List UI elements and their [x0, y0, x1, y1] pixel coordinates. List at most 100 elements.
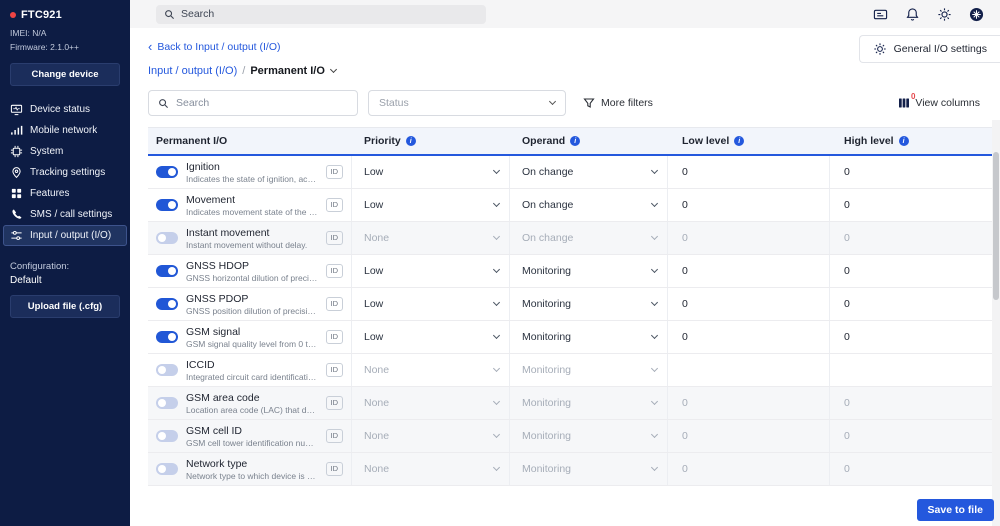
- general-io-settings-button[interactable]: General I/O settings: [858, 35, 1000, 63]
- toggle-switch[interactable]: [156, 199, 178, 211]
- priority-dropdown[interactable]: None: [352, 453, 510, 485]
- operand-dropdown[interactable]: Monitoring: [510, 453, 668, 485]
- content: Back to Input / output (I/O) Input / out…: [130, 28, 1000, 526]
- operand-dropdown[interactable]: Monitoring: [510, 321, 668, 353]
- toggle-switch[interactable]: [156, 397, 178, 409]
- global-search-input[interactable]: [181, 8, 478, 20]
- priority-dropdown[interactable]: None: [352, 420, 510, 452]
- priority-dropdown[interactable]: None: [352, 387, 510, 419]
- priority-dropdown[interactable]: Low: [352, 255, 510, 287]
- more-filters-button[interactable]: More filters: [583, 97, 653, 109]
- chevron-down-icon: [492, 430, 501, 439]
- sidebar-item-tracking-settings[interactable]: Tracking settings: [0, 162, 130, 183]
- operand-value: Monitoring: [522, 463, 572, 475]
- info-icon[interactable]: [898, 136, 909, 146]
- low-level-value[interactable]: 0: [668, 288, 830, 320]
- chevron-down-icon: [492, 298, 501, 307]
- low-level-value[interactable]: 0: [668, 156, 830, 188]
- io-name: Instant movement: [186, 226, 270, 239]
- priority-dropdown[interactable]: Low: [352, 321, 510, 353]
- toggle-switch[interactable]: [156, 364, 178, 376]
- high-level-value[interactable]: 0: [830, 321, 992, 353]
- operand-dropdown[interactable]: On change: [510, 222, 668, 254]
- save-to-file-button[interactable]: Save to file: [916, 499, 994, 521]
- low-level-value[interactable]: [668, 354, 830, 386]
- operand-dropdown[interactable]: Monitoring: [510, 255, 668, 287]
- priority-dropdown[interactable]: Low: [352, 156, 510, 188]
- high-level-value[interactable]: 0: [830, 156, 992, 188]
- low-level-value[interactable]: 0: [668, 189, 830, 221]
- priority-dropdown[interactable]: None: [352, 354, 510, 386]
- status-dropdown[interactable]: Status: [368, 90, 566, 116]
- sidebar-item-mobile-network[interactable]: Mobile network: [0, 120, 130, 141]
- low-level-value[interactable]: 0: [668, 453, 830, 485]
- app-window: FTC921 IMEI: N/A Firmware: 2.1.0++ Chang…: [0, 0, 1000, 526]
- sim-card-icon[interactable]: [873, 7, 888, 22]
- upload-file-button[interactable]: Upload file (.cfg): [10, 295, 120, 319]
- toggle-switch[interactable]: [156, 166, 178, 178]
- info-icon[interactable]: [405, 136, 416, 146]
- high-level-value[interactable]: 0: [830, 288, 992, 320]
- settings-gear-icon[interactable]: [937, 7, 952, 22]
- low-level-value[interactable]: 0: [668, 420, 830, 452]
- io-name: GSM cell ID: [186, 424, 243, 437]
- brand-logo-icon[interactable]: [969, 7, 984, 22]
- sidebar-item-features[interactable]: Features: [0, 183, 130, 204]
- scrollbar-track[interactable]: [992, 120, 1000, 526]
- io-name-cell: ICCID Integrated circuit card identifica…: [148, 354, 352, 386]
- operand-dropdown[interactable]: Monitoring: [510, 288, 668, 320]
- io-name: GNSS PDOP: [186, 292, 249, 305]
- priority-dropdown[interactable]: Low: [352, 288, 510, 320]
- high-level-value[interactable]: 0: [830, 222, 992, 254]
- io-description: GNSS horizontal dilution of precisi...: [186, 272, 318, 283]
- toggle-switch[interactable]: [156, 463, 178, 475]
- toggle-switch[interactable]: [156, 298, 178, 310]
- priority-dropdown[interactable]: None: [352, 222, 510, 254]
- device-meta: IMEI: N/A Firmware: 2.1.0++: [10, 27, 120, 54]
- operand-dropdown[interactable]: On change: [510, 156, 668, 188]
- toggle-switch[interactable]: [156, 331, 178, 343]
- operand-dropdown[interactable]: Monitoring: [510, 387, 668, 419]
- high-level-value[interactable]: 0: [830, 453, 992, 485]
- low-level-value[interactable]: 0: [668, 222, 830, 254]
- scrollbar-thumb[interactable]: [993, 152, 999, 300]
- low-level-value[interactable]: 0: [668, 321, 830, 353]
- toggle-switch[interactable]: [156, 430, 178, 442]
- io-description: GSM signal quality level from 0 to 5...: [186, 338, 318, 349]
- priority-dropdown[interactable]: Low: [352, 189, 510, 221]
- operand-value: On change: [522, 199, 574, 211]
- sidebar-item-device-status[interactable]: Device status: [0, 99, 130, 120]
- table-search[interactable]: [148, 90, 358, 116]
- high-level-value[interactable]: 0: [830, 189, 992, 221]
- operand-value: Monitoring: [522, 430, 572, 442]
- operand-dropdown[interactable]: Monitoring: [510, 420, 668, 452]
- breadcrumb-parent[interactable]: Input / output (I/O): [148, 65, 237, 77]
- operand-dropdown[interactable]: Monitoring: [510, 354, 668, 386]
- chevron-down-icon: [650, 166, 659, 175]
- back-link[interactable]: Back to Input / output (I/O): [148, 41, 280, 53]
- info-icon[interactable]: [734, 136, 745, 146]
- breadcrumb-current[interactable]: Permanent I/O: [250, 65, 337, 77]
- low-level-value[interactable]: 0: [668, 387, 830, 419]
- table-row: Instant movement Instant movement withou…: [148, 222, 992, 255]
- global-search[interactable]: [156, 4, 486, 24]
- high-level-value[interactable]: 0: [830, 255, 992, 287]
- view-columns-button[interactable]: 0 View columns: [898, 92, 982, 109]
- table-search-input[interactable]: [176, 97, 348, 109]
- toggle-switch[interactable]: [156, 265, 178, 277]
- io-name: GSM signal: [186, 325, 241, 338]
- high-level-value[interactable]: [830, 354, 992, 386]
- io-name-cell: GSM area code Location area code (LAC) t…: [148, 387, 352, 419]
- operand-dropdown[interactable]: On change: [510, 189, 668, 221]
- high-level-value[interactable]: 0: [830, 387, 992, 419]
- low-level-value[interactable]: 0: [668, 255, 830, 287]
- chevron-down-icon: [650, 463, 659, 472]
- sidebar-item-sms-call-settings[interactable]: SMS / call settings: [0, 204, 130, 225]
- sidebar-item-system[interactable]: System: [0, 141, 130, 162]
- change-device-button[interactable]: Change device: [10, 63, 120, 87]
- info-icon[interactable]: [570, 136, 581, 146]
- toggle-switch[interactable]: [156, 232, 178, 244]
- sidebar-item-input-output-i-o[interactable]: Input / output (I/O): [3, 225, 127, 247]
- high-level-value[interactable]: 0: [830, 420, 992, 452]
- notification-bell-icon[interactable]: [905, 7, 920, 22]
